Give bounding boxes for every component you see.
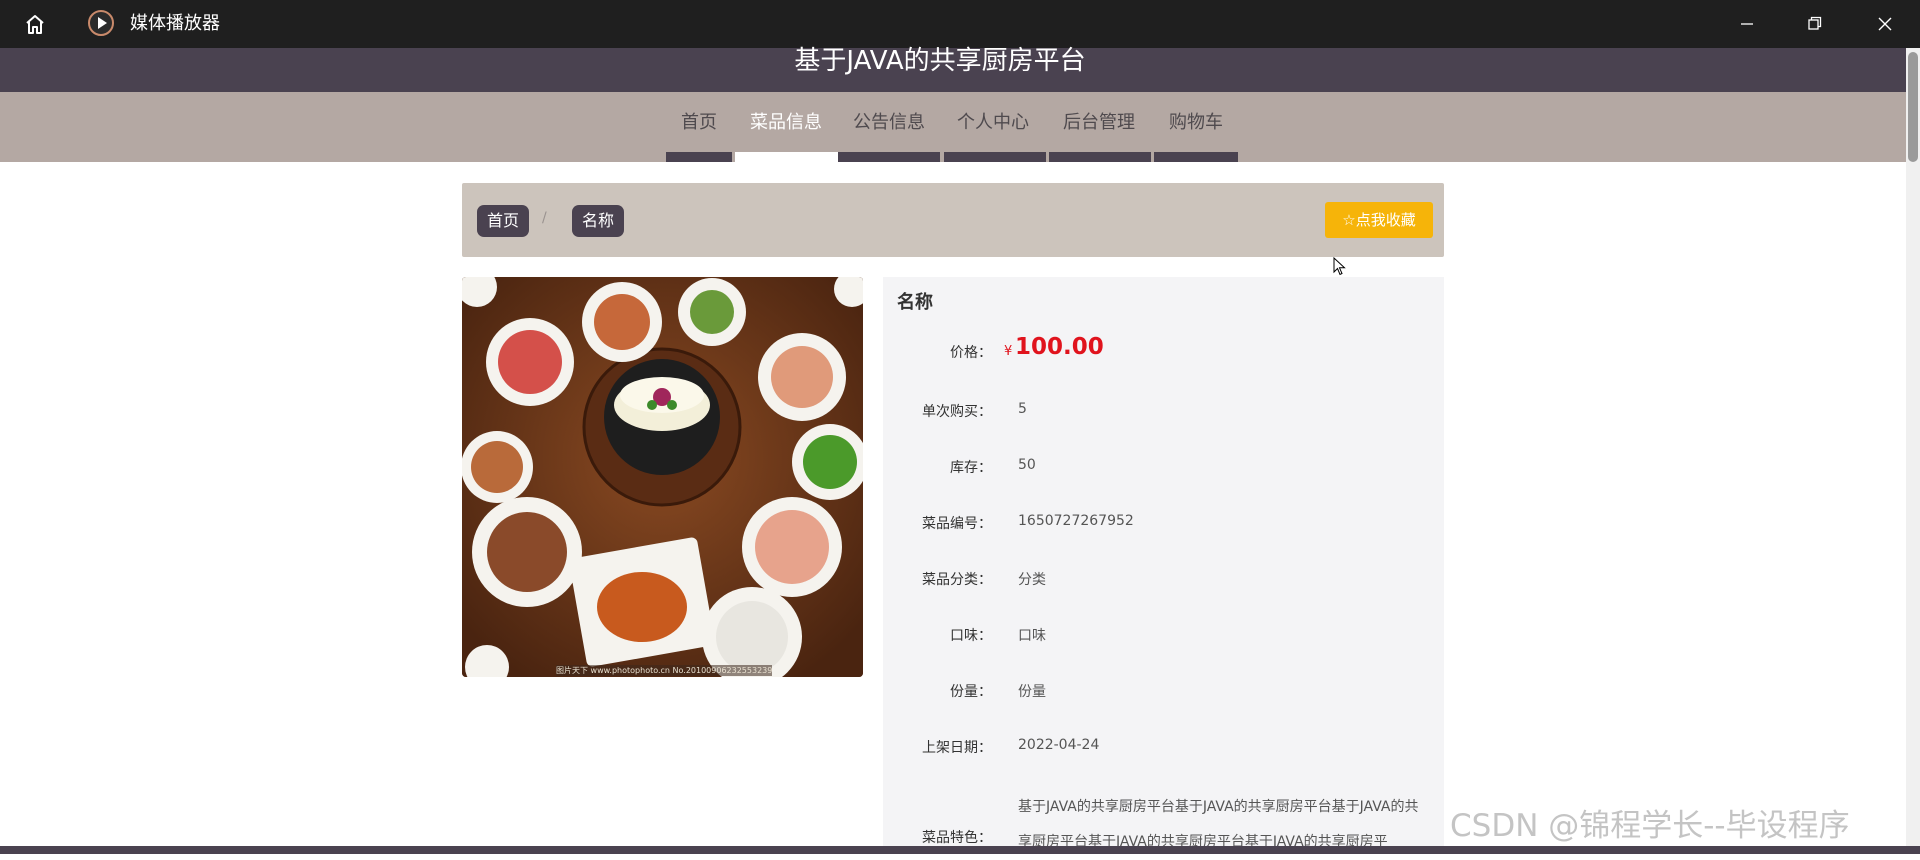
field-label: 菜品编号： [922, 516, 992, 532]
home-icon [26, 15, 44, 34]
window-titlebar [0, 0, 1920, 48]
field-label: 口味： [950, 628, 992, 644]
price-value: 100.00 [1015, 334, 1104, 360]
site-title: 基于JAVA的共享厨房平台 [794, 46, 1086, 76]
nav-personal-center[interactable]: 个人中心 [957, 110, 1029, 136]
field-label: 上架日期： [922, 740, 992, 756]
nav-underline [1049, 152, 1151, 162]
product-name: 名称 [897, 292, 933, 313]
field-value: 2022-04-24 [1018, 737, 1100, 753]
minimize-icon [1741, 23, 1753, 25]
minimize-button[interactable] [1724, 8, 1770, 40]
home-button[interactable] [18, 8, 52, 40]
image-watermark-caption: 图片天下 www.photophoto.cn No.20100906232553… [556, 665, 773, 676]
breadcrumb-home[interactable]: 首页 [477, 205, 530, 237]
field-label: 份量： [950, 684, 992, 700]
nav-announcements[interactable]: 公告信息 [853, 110, 925, 136]
field-value: 分类 [1018, 572, 1046, 588]
restore-icon [1808, 16, 1822, 30]
nav-underline-active [735, 152, 838, 162]
nav-underline [1154, 152, 1238, 162]
close-icon [1878, 17, 1892, 31]
restore-button[interactable] [1792, 8, 1838, 40]
breadcrumb-separator: / [542, 210, 547, 226]
nav-underline [838, 152, 940, 162]
nav-underline [944, 152, 1046, 162]
nav-dishes[interactable]: 菜品信息 [750, 110, 822, 136]
window-title: 媒体播放器 [130, 13, 220, 34]
close-button[interactable] [1862, 8, 1908, 40]
field-value: 1650727267952 [1018, 513, 1134, 529]
field-label: 单次购买： [922, 404, 992, 420]
field-value: 5 [1018, 401, 1027, 417]
favorite-button[interactable]: ☆点我收藏 [1325, 202, 1433, 238]
field-value: 口味 [1018, 628, 1046, 644]
media-player-app-icon [88, 10, 114, 36]
product-image: 图片天下 www.photophoto.cn No.20100906232553… [462, 277, 863, 677]
page-scrollbar[interactable] [1906, 48, 1920, 846]
breadcrumb-current: 名称 [572, 205, 625, 237]
nav-cart[interactable]: 购物车 [1169, 110, 1223, 136]
field-value: 份量 [1018, 684, 1046, 700]
price-currency-symbol: ¥ [1004, 344, 1013, 359]
feature-label: 菜品特色： [922, 830, 992, 846]
csdn-watermark: CSDN @锦程学长--毕设程序 [1450, 808, 1850, 844]
scrollbar-thumb[interactable] [1908, 52, 1918, 162]
bottom-bar [0, 846, 1920, 854]
field-value: 50 [1018, 457, 1036, 473]
product-detail-panel [883, 277, 1444, 854]
price-label: 价格： [950, 345, 992, 361]
field-label: 菜品分类： [922, 572, 992, 588]
nav-underline [666, 152, 732, 162]
nav-admin[interactable]: 后台管理 [1063, 110, 1135, 136]
mouse-cursor-icon [1333, 256, 1347, 281]
field-label: 库存： [950, 460, 992, 476]
nav-home[interactable]: 首页 [681, 110, 717, 136]
